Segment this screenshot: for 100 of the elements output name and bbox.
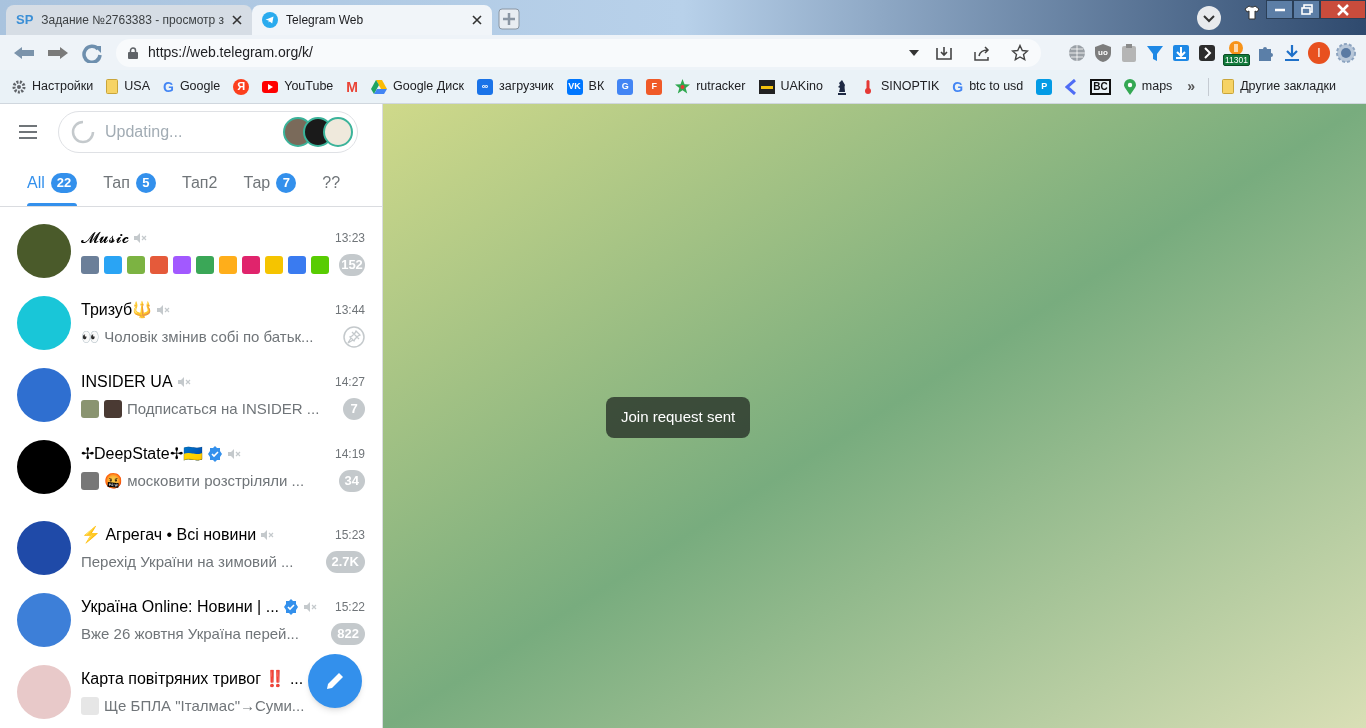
gear-icon[interactable] (1336, 42, 1356, 63)
chess-knight-icon[interactable] (835, 78, 848, 95)
folder-icon (1222, 79, 1235, 94)
verified-icon (206, 446, 223, 462)
star-icon (1011, 43, 1029, 62)
extension-badge: 11301 (1223, 53, 1250, 66)
more-bookmarks-button[interactable]: » (1187, 76, 1196, 97)
letter-icon: G (952, 79, 964, 94)
chat-time: 15:22 (334, 599, 365, 616)
install-icon (935, 44, 953, 61)
message-preview: 🤬 московити розстріляли ... (104, 470, 305, 491)
folder-tab[interactable]: Тар 7 (230, 159, 310, 206)
globe-icon[interactable] (1067, 42, 1087, 63)
bookmark[interactable]: Настройки (12, 77, 94, 96)
muted-speaker-icon (226, 449, 241, 459)
chat-name: ✢DeepState✢🇺🇦 (81, 444, 203, 464)
chat-name: Україна Online: Новини | ... (81, 597, 280, 617)
letter-icon[interactable]: G (617, 78, 634, 95)
shirt-icon (1244, 4, 1260, 20)
bookmark[interactable]: USA (106, 77, 150, 96)
menu-icon[interactable] (18, 124, 38, 140)
message-preview: 👀 Чоловік змінив собі по батьк... (81, 326, 314, 347)
close-button[interactable] (1320, 0, 1366, 19)
bookmark[interactable]: Другие закладки (1222, 77, 1336, 96)
bookmark[interactable]: G Google (163, 77, 221, 96)
muted-speaker-icon (156, 305, 171, 315)
chat-item[interactable]: ⚡ Агрегач • Всі новини 15:23 Перехід України на зимовий ... 2.7K (8, 512, 374, 584)
unread-badge: 2.7K (325, 551, 365, 573)
letter-icon: G (163, 79, 174, 94)
unread-badge: 7 (343, 398, 365, 420)
chat-name: Тризуб🔱 (81, 300, 153, 321)
pencil-icon (324, 670, 346, 692)
chat-name: Карта повітряних тривог ‼ ... (81, 669, 304, 689)
browser-tab[interactable]: SP Задание №2763383 - просмотр з (6, 5, 253, 35)
close-icon (472, 15, 483, 25)
bookmark[interactable]: maps (1123, 77, 1173, 96)
message-preview: Ще БПЛА "Італмас"→Суми... (104, 695, 305, 716)
close-icon (232, 15, 243, 25)
chat-item[interactable]: INSIDER UA 14:27 Подписаться на INSIDER ... 7 (8, 359, 374, 431)
chat-item[interactable]: Карта повітряних тривог ‼ ... Ще БПЛА "Італмас"→Суми... (8, 656, 374, 728)
pin-icon (343, 326, 365, 348)
letter-icon: ∞ (476, 78, 493, 95)
address-bar[interactable]: https://web.telegram.org/k/ (116, 38, 1041, 67)
folder-tab[interactable]: Тап2 (168, 159, 231, 206)
chat-item[interactable]: 𝓜𝓾𝓼𝓲𝓬 13:23 152 (8, 215, 374, 287)
folder-tab[interactable]: Тап 5 (90, 159, 169, 206)
letter-icon[interactable]: BC (1090, 78, 1111, 95)
tab-favicon: SP (16, 11, 34, 30)
paper-plane-icon (262, 12, 279, 28)
chat-time: 15:23 (334, 527, 365, 544)
unread-badge: 152 (339, 254, 365, 276)
download-icon[interactable] (1282, 42, 1302, 63)
chat-item[interactable]: Тризуб🔱 13:44 👀 Чоловік змінив собі по батьк... (8, 287, 374, 359)
minimize-button[interactable] (1266, 0, 1293, 19)
muted-speaker-icon (303, 602, 318, 612)
bookmark[interactable]: ∞ загрузчик (476, 77, 554, 96)
verified-icon (283, 599, 300, 615)
lock-icon (128, 46, 138, 59)
folder-tab[interactable]: ?? (309, 159, 354, 206)
dropdown-icon (1196, 5, 1222, 31)
count-badge: 7 (276, 172, 297, 193)
muted-speaker-icon (176, 377, 191, 387)
download-icon[interactable] (1171, 42, 1191, 63)
muted-speaker-icon (260, 530, 275, 540)
new-tab-icon[interactable] (498, 8, 521, 30)
search-input[interactable]: Updating... (105, 120, 273, 144)
unread-badge: 34 (338, 470, 365, 492)
clipboard-icon[interactable] (1119, 42, 1139, 63)
chat-name: ⚡ Агрегач • Всі новини (81, 525, 257, 546)
bookmark[interactable]: UAKino (758, 77, 823, 96)
chat-item[interactable]: ✢DeepState✢🇺🇦 14:19 🤬 московити розстріляли ... 34 (8, 431, 374, 503)
letter-icon: VK (566, 78, 583, 95)
letter-icon[interactable]: Я (233, 78, 250, 95)
count-badge: 5 (135, 172, 156, 193)
bookmark[interactable]: SINOPTIK (860, 77, 940, 96)
bookmark[interactable]: Google Диск (371, 77, 464, 96)
toast-notification: Join request sent (606, 397, 751, 438)
message-preview: Подписаться на INSIDER ... (127, 398, 320, 419)
share-icon (973, 44, 991, 61)
bookmark[interactable]: VK ВК (566, 77, 605, 96)
shield-extension-button[interactable]: uo (1093, 42, 1113, 63)
compose-button[interactable] (308, 654, 362, 708)
reload-button[interactable] (80, 42, 104, 63)
chat-item[interactable]: Україна Online: Новини | ... 15:22 Вже 26 жовтня Україна перей... 822 (8, 584, 374, 656)
bookmark[interactable]: rutracker (675, 77, 746, 96)
chat-name: INSIDER UA (81, 372, 173, 392)
bookmark[interactable]: YouTube (262, 77, 334, 96)
story-avatars-drawing[interactable] (283, 117, 353, 147)
muted-speaker-icon (133, 233, 147, 243)
chat-time: 14:27 (334, 374, 365, 391)
unread-badge: 822 (331, 623, 365, 645)
chevron-icon[interactable] (1065, 78, 1078, 95)
chat-time: 14:19 (334, 446, 365, 463)
restore-button[interactable] (1293, 0, 1320, 19)
chat-name: 𝓜𝓾𝓼𝓲𝓬 (81, 228, 129, 248)
close-icon (1337, 3, 1349, 16)
bookmark[interactable]: G btc to usd (952, 77, 1024, 96)
browser-tab[interactable]: Telegram Web (252, 5, 493, 35)
profile-button[interactable]: I (1308, 41, 1330, 64)
bitcoin-icon[interactable] (1228, 39, 1245, 54)
